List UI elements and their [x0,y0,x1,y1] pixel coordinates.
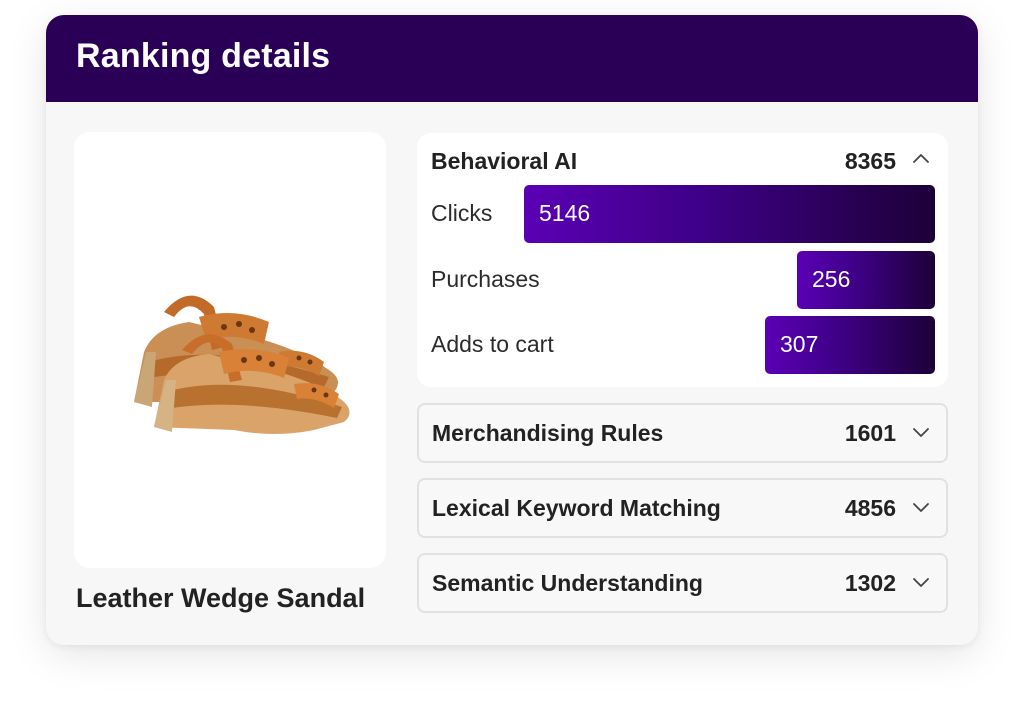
metric-bar: 256 [797,251,935,309]
section-lexical-keyword-matching[interactable]: Lexical Keyword Matching 4856 [417,478,948,538]
chevron-up-icon[interactable] [910,148,932,170]
metric-label: Purchases [431,266,540,292]
metric-row-clicks: Clicks 5146 [431,185,935,243]
chevron-down-icon[interactable] [910,571,932,593]
section-score: 1601 [844,420,896,446]
product-name: Leather Wedge Sandal [76,583,366,613]
card-title: Ranking details [76,37,331,75]
section-title: Lexical Keyword Matching [432,495,721,521]
metric-row-purchases: Purchases 256 [431,251,935,309]
section-merchandising-rules[interactable]: Merchandising Rules 1601 [417,403,948,463]
product-image-panel [74,132,386,568]
metric-value: 5146 [539,200,591,226]
section-title: Merchandising Rules [432,420,664,446]
section-score: 1302 [844,570,896,596]
metric-bar: 5146 [524,185,935,243]
chevron-down-icon[interactable] [910,421,932,443]
metric-row-adds-to-cart: Adds to cart 307 [431,316,935,374]
section-title: Behavioral AI [431,148,578,174]
sandal-product-image [134,295,350,434]
metric-value: 256 [812,266,851,292]
section-title: Semantic Understanding [432,570,703,596]
metric-bar: 307 [765,316,935,374]
chevron-down-icon[interactable] [910,496,932,518]
metric-label: Clicks [431,200,493,226]
section-score: 8365 [844,148,896,174]
section-semantic-understanding[interactable]: Semantic Understanding 1302 [417,553,948,613]
metric-value: 307 [780,331,819,357]
card-header: Ranking details [46,15,978,102]
metric-label: Adds to cart [431,331,554,357]
section-score: 4856 [844,495,896,521]
section-behavioral-ai: Behavioral AI 8365 Clicks 5146 Purchases… [417,133,948,387]
ranking-details-card: Ranking details Leather Wedge Sandal Beh… [46,15,978,645]
